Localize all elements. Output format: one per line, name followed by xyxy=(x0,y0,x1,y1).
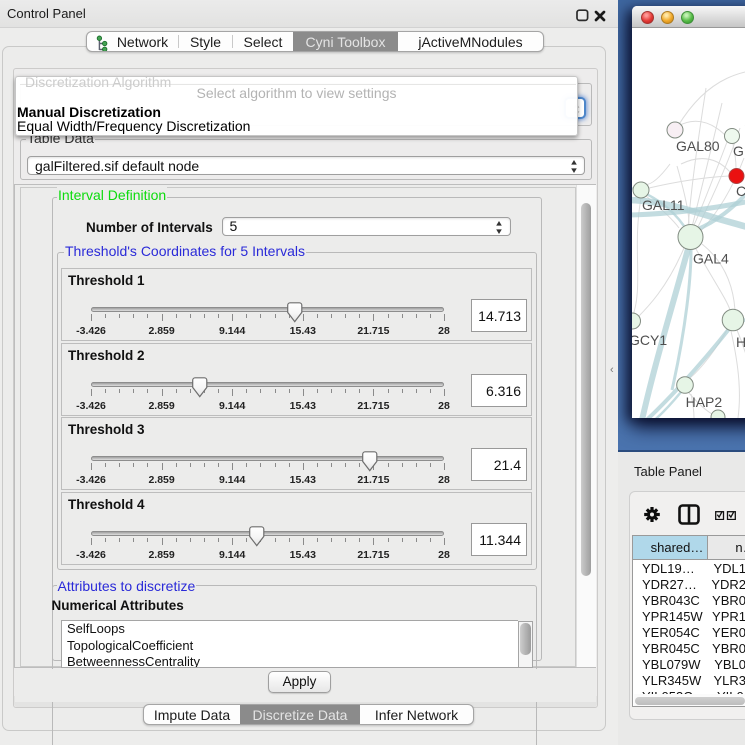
svg-text:G…: G… xyxy=(733,143,745,159)
svg-text:H: H xyxy=(736,334,745,350)
svg-text:HAP2: HAP2 xyxy=(686,394,723,410)
svg-text:GCY1: GCY1 xyxy=(632,332,667,348)
svg-text:GAL11: GAL11 xyxy=(642,197,685,213)
svg-text:C: C xyxy=(736,183,745,199)
svg-text:GAL80: GAL80 xyxy=(676,138,720,154)
svg-text:GAL4: GAL4 xyxy=(693,251,729,267)
